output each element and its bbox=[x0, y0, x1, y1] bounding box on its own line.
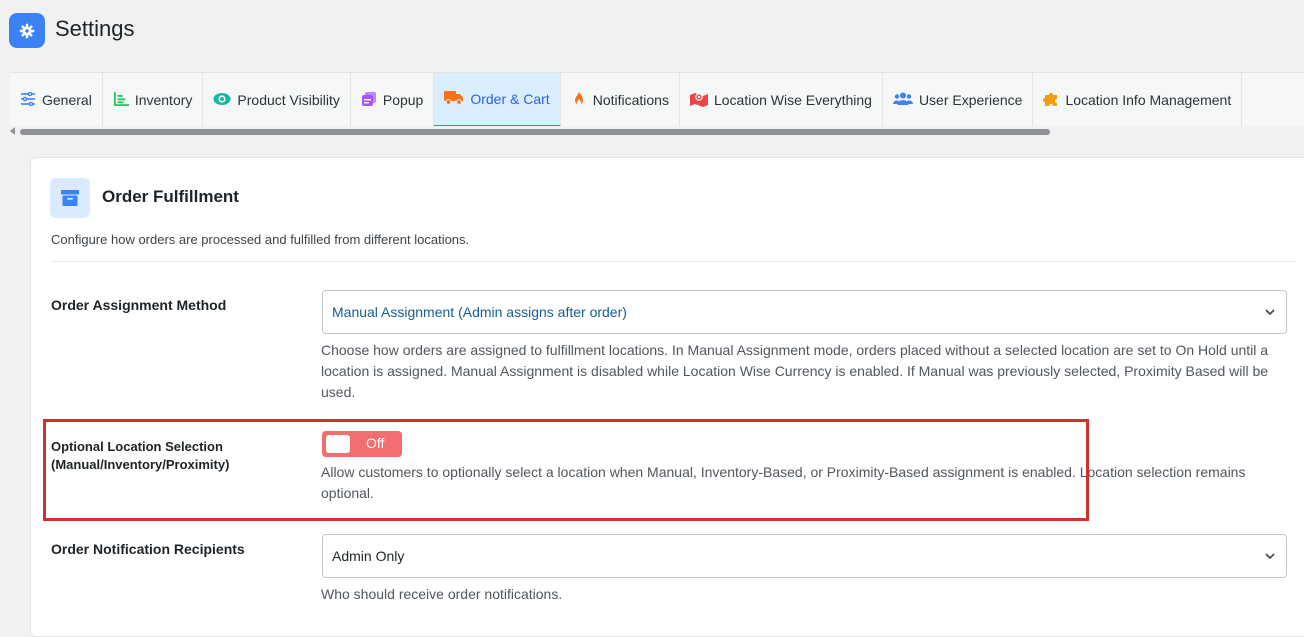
truck-icon bbox=[444, 90, 464, 108]
notification-recipients-label: Order Notification Recipients bbox=[51, 541, 245, 557]
tab-label: Inventory bbox=[134, 92, 193, 108]
toggle-knob bbox=[326, 435, 350, 453]
optional-location-label: Optional Location Selection (Manual/Inve… bbox=[51, 439, 230, 472]
section-title: Order Fulfillment bbox=[102, 187, 239, 206]
tab-inventory[interactable]: Inventory bbox=[103, 73, 204, 126]
order-assignment-label: Order Assignment Method bbox=[51, 297, 227, 313]
tab-product-visibility[interactable]: Product Visibility bbox=[203, 73, 351, 126]
select-value: Manual Assignment (Admin assigns after o… bbox=[332, 304, 627, 320]
divider bbox=[51, 261, 1296, 262]
chevron-down-icon bbox=[1264, 305, 1276, 321]
tab-location-wise-everything[interactable]: Location Wise Everything bbox=[680, 73, 883, 126]
order-assignment-select[interactable]: Manual Assignment (Admin assigns after o… bbox=[322, 290, 1287, 334]
tab-general[interactable]: General bbox=[10, 73, 103, 126]
tab-notifications[interactable]: Notifications bbox=[561, 73, 680, 126]
tab-user-experience[interactable]: User Experience bbox=[883, 73, 1034, 126]
tab-label: Product Visibility bbox=[237, 92, 340, 108]
eye-icon bbox=[213, 92, 231, 109]
popup-icon bbox=[361, 91, 377, 110]
page-header: Settings bbox=[0, 0, 1304, 72]
order-fulfillment-card: Order Fulfillment Configure how orders a… bbox=[30, 157, 1304, 637]
settings-tabs: General Inventory Product Visibility Pop… bbox=[10, 72, 1304, 126]
toggle-state-text: Off bbox=[366, 435, 385, 451]
scroll-left-arrow-icon[interactable] bbox=[10, 127, 15, 135]
select-value: Admin Only bbox=[332, 548, 405, 564]
scrollbar-thumb[interactable] bbox=[20, 129, 1050, 135]
flame-icon bbox=[571, 91, 587, 110]
tab-label: General bbox=[42, 92, 92, 108]
sliders-icon bbox=[20, 91, 36, 109]
optional-location-help: Allow customers to optionally select a l… bbox=[321, 464, 1246, 501]
tab-label: Location Wise Everything bbox=[713, 92, 872, 108]
archive-box-icon bbox=[50, 178, 90, 218]
puzzle-icon bbox=[1043, 91, 1059, 110]
tab-label: Order & Cart bbox=[470, 91, 550, 107]
users-icon bbox=[892, 92, 913, 109]
tab-order-cart[interactable]: Order & Cart bbox=[434, 73, 561, 126]
notification-recipients-select[interactable]: Admin Only bbox=[322, 534, 1287, 578]
order-assignment-help: Choose how orders are assigned to fulfil… bbox=[321, 342, 1269, 400]
map-icon bbox=[689, 91, 708, 110]
tab-label: User Experience bbox=[918, 92, 1023, 108]
section-description: Configure how orders are processed and f… bbox=[51, 232, 470, 247]
optional-location-toggle[interactable]: Off bbox=[322, 431, 402, 457]
gear-icon bbox=[9, 13, 45, 48]
tab-popup[interactable]: Popup bbox=[351, 73, 435, 126]
tab-label: Location Info Management bbox=[1065, 92, 1232, 108]
tab-label: Notifications bbox=[592, 92, 669, 108]
tab-location-info-management[interactable]: Location Info Management bbox=[1033, 73, 1243, 126]
page-title: Settings bbox=[55, 16, 135, 41]
tab-label: Popup bbox=[382, 92, 424, 108]
tabs-scrollbar[interactable] bbox=[10, 126, 1304, 138]
notification-recipients-help: Who should receive order notifications. bbox=[321, 586, 563, 602]
bar-chart-icon bbox=[113, 91, 129, 109]
chevron-down-icon bbox=[1264, 549, 1276, 565]
